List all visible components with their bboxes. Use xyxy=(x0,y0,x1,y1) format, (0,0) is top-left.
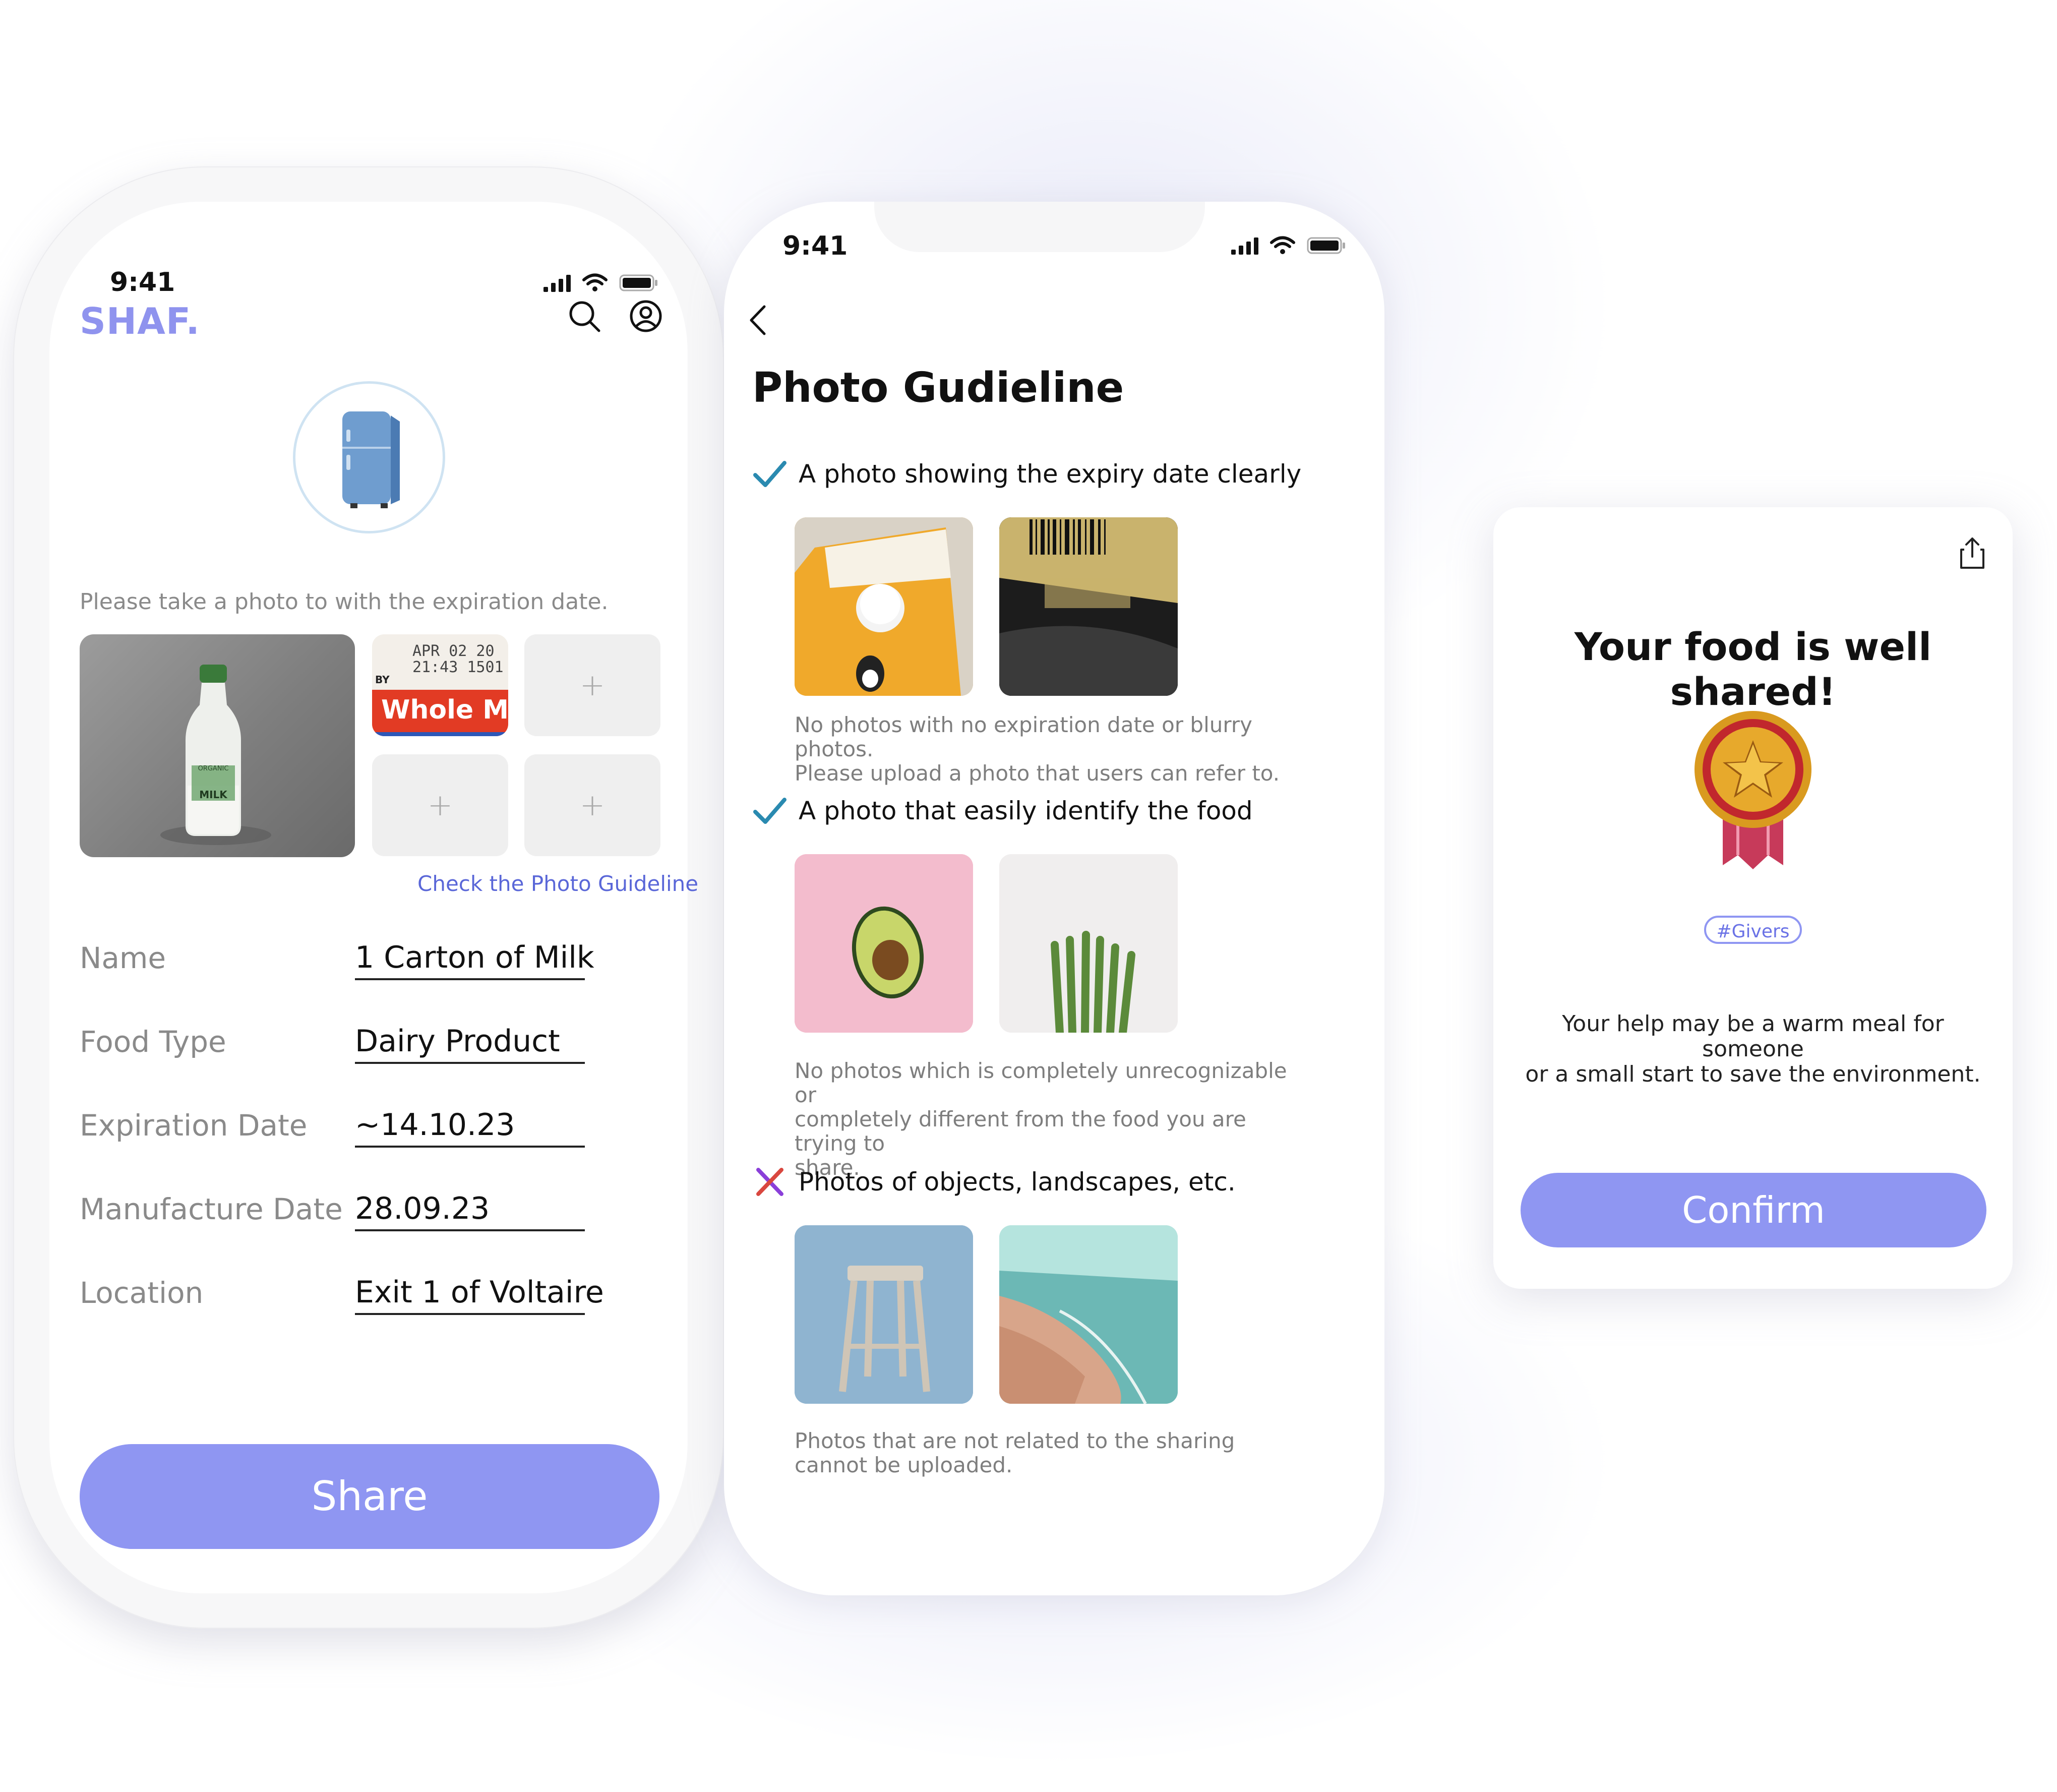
milk-carton-image xyxy=(795,517,973,696)
field-input-expiration-date[interactable]: ~14.10.23 xyxy=(355,1107,585,1148)
signal-icon xyxy=(543,274,571,292)
label-stamp: APR 02 20 21:43 1501 xyxy=(412,643,504,676)
battery-icon xyxy=(619,274,657,291)
label-band: Whole Mil xyxy=(372,690,508,736)
example-photo-barcode xyxy=(999,517,1178,696)
share-success-card: Your food is well shared! #Givers Your h… xyxy=(1493,507,2013,1289)
asparagus-image xyxy=(999,854,1178,1033)
share-icon[interactable] xyxy=(1957,535,1987,570)
example-photo-asparagus xyxy=(999,854,1178,1033)
field-input-location[interactable]: Exit 1 of Voltaire xyxy=(355,1275,604,1315)
label-stamp-line2: 21:43 1501 xyxy=(412,659,504,676)
barcode-image xyxy=(999,517,1178,696)
cross-icon xyxy=(756,1168,783,1196)
field-input-name[interactable]: 1 Carton of Milk xyxy=(355,940,594,980)
status-time: 9:41 xyxy=(110,267,175,297)
field-input-food-type[interactable]: Dairy Product xyxy=(355,1024,585,1064)
field-label-location: Location xyxy=(80,1276,204,1310)
fridge-icon xyxy=(342,411,400,508)
guideline-section-1-note-line2: Please upload a photo that users can ref… xyxy=(795,761,1280,786)
label-band-text: Whole Mil xyxy=(381,695,508,725)
label-stamp-line1: APR 02 20 xyxy=(412,642,495,660)
field-label-food-type: Food Type xyxy=(80,1025,226,1059)
app-logo[interactable]: SHAF. xyxy=(80,300,200,342)
photo-instruction: Please take a photo to with the expirati… xyxy=(80,589,609,615)
guideline-section-2-note: No photos which is completely unrecogniz… xyxy=(795,1059,1309,1180)
card-title: Your food is well shared! xyxy=(1574,624,1932,714)
guideline-section-1-title: A photo showing the expiry date clearly xyxy=(799,459,1302,489)
field-input-manufacture-date[interactable]: 28.09.23 xyxy=(355,1191,585,1231)
guideline-section-1-heading: A photo showing the expiry date clearly xyxy=(752,459,1301,489)
add-photo-slot-3[interactable]: + xyxy=(524,754,660,856)
share-button[interactable]: Share xyxy=(80,1444,659,1549)
guideline-section-2-note-line1: No photos which is completely unrecogniz… xyxy=(795,1058,1287,1107)
guideline-section-3-note: Photos that are not related to the shari… xyxy=(795,1429,1309,1477)
card-description-line1: Your help may be a warm meal for someone xyxy=(1562,1011,1944,1062)
guideline-section-3-heading: Photos of objects, landscapes, etc. xyxy=(752,1167,1236,1197)
avocado-image xyxy=(795,854,973,1033)
card-description: Your help may be a warm meal for someone… xyxy=(1514,1011,1992,1087)
wifi-icon xyxy=(582,273,608,291)
example-photo-milk-carton xyxy=(795,517,973,696)
profile-icon[interactable] xyxy=(627,297,664,335)
fridge-category-button[interactable] xyxy=(293,381,445,533)
uploaded-photo-milk-bottle[interactable]: ORGANIC MILK xyxy=(80,634,355,857)
field-label-name: Name xyxy=(80,941,166,975)
check-icon xyxy=(753,798,786,824)
add-photo-slot-1[interactable]: + xyxy=(524,634,660,736)
guideline-section-2-heading: A photo that easily identify the food xyxy=(752,796,1253,826)
field-label-manufacture-date: Manufacture Date xyxy=(80,1192,343,1226)
signal-icon xyxy=(1231,236,1258,255)
phone-photo-guideline: 9:41 Photo Gudieline A photo showing the… xyxy=(724,202,1384,1595)
label-stamp-prefix: BY xyxy=(375,674,390,686)
photo-guideline-link[interactable]: Check the Photo Guideline xyxy=(417,871,698,896)
field-label-expiration-date: Expiration Date xyxy=(80,1108,308,1143)
guideline-section-1-note: No photos with no expiration date or blu… xyxy=(795,713,1309,786)
check-icon xyxy=(753,461,786,487)
status-icons xyxy=(543,273,658,292)
bottle-label-text-2: MILK xyxy=(199,789,228,801)
stool-image xyxy=(795,1225,973,1404)
page-title: Photo Gudieline xyxy=(752,364,1124,412)
guideline-section-3-note-line2: cannot be uploaded. xyxy=(795,1453,1013,1477)
status-icons xyxy=(1231,236,1346,255)
card-description-line2: or a small start to save the environment… xyxy=(1525,1061,1981,1087)
search-icon[interactable] xyxy=(566,297,603,335)
guideline-section-3-title: Photos of objects, landscapes, etc. xyxy=(799,1167,1236,1197)
example-photo-avocado xyxy=(795,854,973,1033)
example-photo-beach xyxy=(999,1225,1178,1404)
guideline-section-2-note-line2: completely different from the food you a… xyxy=(795,1107,1246,1156)
bottle-label-text-1: ORGANIC xyxy=(198,765,229,772)
guideline-section-3-note-line1: Photos that are not related to the shari… xyxy=(795,1428,1235,1453)
guideline-section-2-title: A photo that easily identify the food xyxy=(799,796,1253,825)
beach-image xyxy=(999,1225,1178,1404)
example-photo-stool xyxy=(795,1225,973,1404)
add-photo-slot-2[interactable]: + xyxy=(372,754,508,856)
givers-tag[interactable]: #Givers xyxy=(1704,916,1802,944)
medal-icon xyxy=(1695,711,1811,869)
wifi-icon xyxy=(1270,236,1295,254)
status-time: 9:41 xyxy=(782,231,848,261)
back-chevron-icon[interactable] xyxy=(745,303,770,338)
battery-icon xyxy=(1307,237,1345,254)
confirm-button[interactable]: Confirm xyxy=(1521,1173,1986,1247)
phone-notch xyxy=(874,202,1205,252)
guideline-section-1-note-line1: No photos with no expiration date or blu… xyxy=(795,712,1253,761)
uploaded-photo-expiry-label[interactable]: APR 02 20 21:43 1501 BY Whole Mil xyxy=(372,634,508,736)
milk-bottle-image: ORGANIC MILK xyxy=(160,665,271,845)
